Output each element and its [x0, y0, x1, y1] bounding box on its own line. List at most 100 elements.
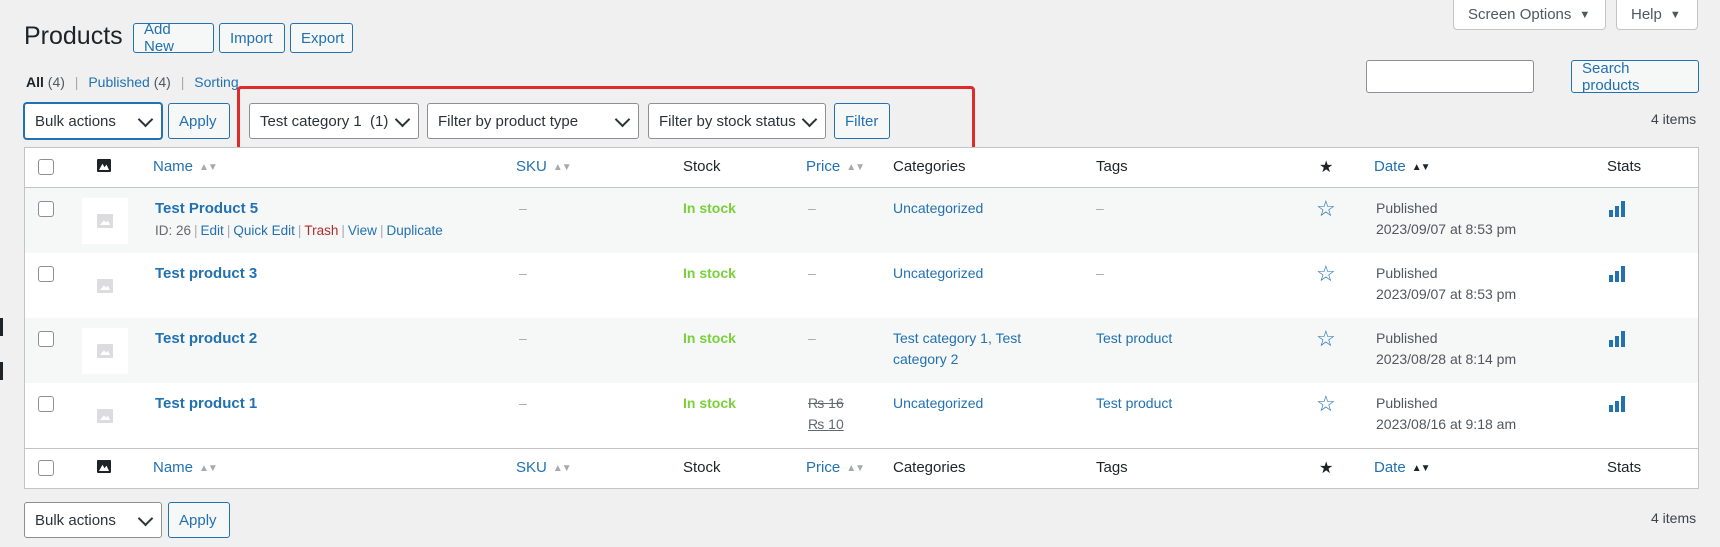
date-status: Published	[1376, 395, 1438, 411]
column-name-label: Name	[153, 158, 194, 175]
trash-link[interactable]: Trash	[304, 223, 338, 238]
column-tags: Tags	[1096, 158, 1128, 175]
sort-desc-icon: ▲▼	[1411, 162, 1431, 173]
admin-menu-edge	[0, 362, 3, 380]
sku-value: –	[519, 200, 527, 216]
column-price-label: Price	[806, 158, 841, 175]
featured-star-icon[interactable]: ☆	[1316, 263, 1336, 285]
help-label: Help	[1631, 6, 1662, 23]
view-all[interactable]: All	[26, 74, 44, 90]
items-count-bottom: 4 items	[1651, 510, 1697, 526]
tag-link[interactable]: Test product	[1096, 328, 1172, 349]
row-checkbox[interactable]	[38, 201, 54, 217]
table-row: Test product 2 – In stock – Test categor…	[25, 318, 1698, 383]
column-sku-label: SKU	[516, 158, 547, 175]
column-name[interactable]: Name ▲▼	[153, 158, 218, 175]
product-name-link[interactable]: Test product 2	[155, 330, 257, 347]
screen-options-tab[interactable]: Screen Options ▼	[1453, 0, 1606, 30]
date-value: 2023/08/28 at 8:14 pm	[1376, 351, 1517, 367]
stock-status: In stock	[683, 200, 736, 216]
category-link[interactable]: Uncategorized	[893, 198, 983, 219]
image-column-icon	[97, 159, 111, 172]
screen-options-label: Screen Options	[1468, 6, 1572, 23]
category-link[interactable]: category 2	[893, 349, 958, 370]
column-sku[interactable]: SKU ▲▼	[516, 459, 572, 476]
duplicate-link[interactable]: Duplicate	[386, 223, 442, 238]
bulk-actions-value: Bulk actions	[35, 511, 116, 529]
view-link[interactable]: View	[348, 223, 377, 238]
stats-bar-chart-icon[interactable]	[1609, 396, 1627, 412]
status-views: All (4) | Published (4) | Sorting	[26, 74, 239, 90]
view-published[interactable]: Published	[88, 74, 150, 90]
quick-edit-link[interactable]: Quick Edit	[233, 223, 295, 238]
price-value: –	[808, 200, 816, 216]
stats-bar-chart-icon[interactable]	[1609, 266, 1627, 282]
add-new-button[interactable]: Add New	[133, 21, 214, 55]
stats-bar-chart-icon[interactable]	[1609, 201, 1627, 217]
product-id: ID: 26	[155, 223, 192, 238]
highlight-annotation-box	[237, 86, 975, 152]
product-name-link[interactable]: Test Product 5	[155, 200, 258, 217]
import-button[interactable]: Import	[219, 23, 285, 53]
column-name[interactable]: Name ▲▼	[153, 459, 218, 476]
sort-desc-icon: ▲▼	[1411, 463, 1431, 474]
tags-value: –	[1096, 265, 1104, 281]
view-sorting[interactable]: Sorting	[194, 74, 238, 90]
featured-star-icon[interactable]: ★	[1319, 157, 1333, 177]
edit-link[interactable]: Edit	[201, 223, 224, 238]
caret-down-icon: ▼	[1669, 8, 1681, 21]
chevron-down-icon	[137, 510, 154, 527]
select-all-checkbox[interactable]	[38, 460, 54, 476]
search-input[interactable]	[1366, 60, 1534, 93]
admin-menu-edge	[0, 318, 3, 336]
featured-star-icon[interactable]: ☆	[1316, 198, 1336, 220]
search-products-button[interactable]: Search products	[1571, 60, 1699, 94]
product-name-link[interactable]: Test product 1	[155, 395, 257, 412]
image-column-icon	[97, 460, 111, 473]
help-tab[interactable]: Help ▼	[1616, 0, 1698, 30]
featured-star-icon[interactable]: ☆	[1316, 328, 1336, 350]
product-thumbnail[interactable]	[82, 198, 128, 244]
column-sku[interactable]: SKU ▲▼	[516, 158, 572, 175]
column-date[interactable]: Date ▲▼	[1374, 158, 1431, 175]
table-row: Test product 3 – In stock – Uncategorize…	[25, 253, 1698, 318]
caret-down-icon: ▼	[1579, 8, 1591, 21]
row-checkbox[interactable]	[38, 266, 54, 282]
product-thumbnail[interactable]	[82, 263, 128, 309]
row-checkbox[interactable]	[38, 396, 54, 412]
column-date[interactable]: Date ▲▼	[1374, 459, 1431, 476]
row-actions: ID: 26 | Edit | Quick Edit | Trash | View | Duplic…	[155, 223, 443, 238]
table-footer-row: Name ▲▼ SKU ▲▼ Stock Price ▲▼ Categories Ta…	[25, 448, 1698, 488]
category-link[interactable]: Uncategorized	[893, 393, 983, 414]
category-link[interactable]: Uncategorized	[893, 263, 983, 284]
column-stats: Stats	[1607, 459, 1642, 476]
product-name-link[interactable]: Test product 3	[155, 265, 257, 282]
product-thumbnail[interactable]	[82, 393, 128, 439]
chevron-down-icon	[137, 111, 154, 128]
column-price[interactable]: Price ▲▼	[806, 158, 865, 175]
date-value: 2023/09/07 at 8:53 pm	[1376, 286, 1517, 302]
column-price[interactable]: Price ▲▼	[806, 459, 865, 476]
featured-star-icon[interactable]: ☆	[1316, 393, 1336, 415]
select-all-checkbox[interactable]	[38, 159, 54, 175]
category-link[interactable]: Test category 1, Test	[893, 328, 1021, 349]
product-thumbnail[interactable]	[82, 328, 128, 374]
stats-bar-chart-icon[interactable]	[1609, 331, 1627, 347]
stock-status: In stock	[683, 395, 736, 411]
apply-button[interactable]: Apply	[168, 103, 230, 139]
sort-icon: ▲▼	[199, 162, 218, 173]
row-checkbox[interactable]	[38, 331, 54, 347]
sort-icon: ▲▼	[552, 162, 572, 173]
table-header-row: Name ▲▼ SKU ▲▼ Stock Price ▲▼ Categories Ta…	[25, 148, 1698, 188]
bulk-actions-select[interactable]: Bulk actions	[24, 103, 162, 139]
sku-value: –	[519, 330, 527, 346]
sort-icon: ▲▼	[846, 463, 865, 474]
date-status: Published	[1376, 265, 1438, 281]
bulk-actions-select-bottom[interactable]: Bulk actions	[24, 502, 162, 538]
featured-star-icon[interactable]: ★	[1319, 458, 1333, 478]
export-button[interactable]: Export	[290, 23, 353, 53]
tag-link[interactable]: Test product	[1096, 393, 1172, 414]
regular-price: ₨ 16	[808, 395, 844, 411]
column-tags: Tags	[1096, 459, 1128, 476]
apply-button-bottom[interactable]: Apply	[168, 502, 230, 538]
